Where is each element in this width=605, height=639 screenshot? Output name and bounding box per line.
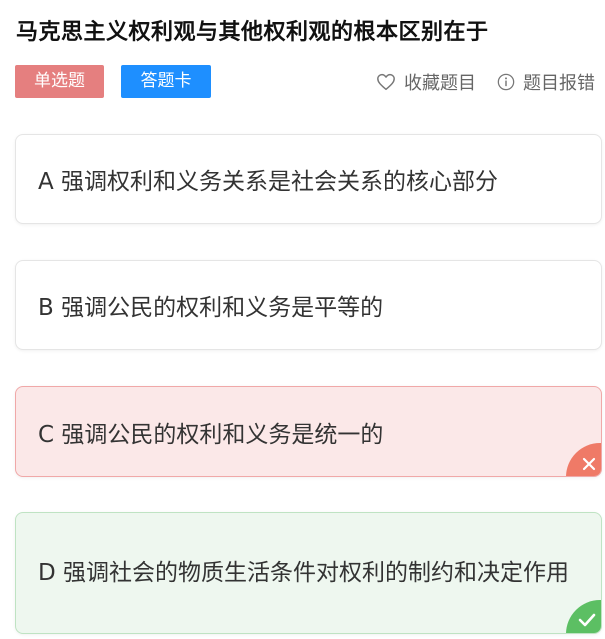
question-type-tag: 单选题 bbox=[15, 65, 104, 98]
close-icon bbox=[582, 457, 596, 471]
report-error-button[interactable]: 题目报错 bbox=[497, 68, 595, 96]
heart-outline-icon bbox=[377, 73, 395, 91]
option-c-text: C 强调公民的权利和义务是统一的 bbox=[38, 421, 384, 448]
option-d-text: D 强调社会的物质生活条件对权利的制约和决定作用 bbox=[38, 560, 570, 586]
checkmark-icon bbox=[578, 613, 596, 627]
answer-card-button[interactable]: 答题卡 bbox=[121, 65, 211, 98]
favorite-question-button[interactable]: 收藏题目 bbox=[376, 68, 476, 96]
report-label: 题目报错 bbox=[523, 73, 595, 94]
option-d[interactable]: D 强调社会的物质生活条件对权利的制约和决定作用 bbox=[15, 512, 602, 634]
favorite-label: 收藏题目 bbox=[404, 73, 476, 94]
question-title: 马克思主义权利观与其他权利观的根本区别在于 bbox=[16, 20, 489, 45]
correct-answer-badge bbox=[566, 600, 601, 633]
option-a[interactable]: A 强调权利和义务关系是社会关系的核心部分 bbox=[15, 134, 602, 224]
wrong-answer-badge bbox=[566, 443, 601, 476]
option-c[interactable]: C 强调公民的权利和义务是统一的 bbox=[15, 386, 602, 477]
option-b[interactable]: B 强调公民的权利和义务是平等的 bbox=[15, 260, 602, 350]
option-a-text: A 强调权利和义务关系是社会关系的核心部分 bbox=[38, 169, 499, 195]
option-b-text: B 强调公民的权利和义务是平等的 bbox=[38, 295, 384, 321]
info-circle-icon bbox=[497, 73, 515, 91]
